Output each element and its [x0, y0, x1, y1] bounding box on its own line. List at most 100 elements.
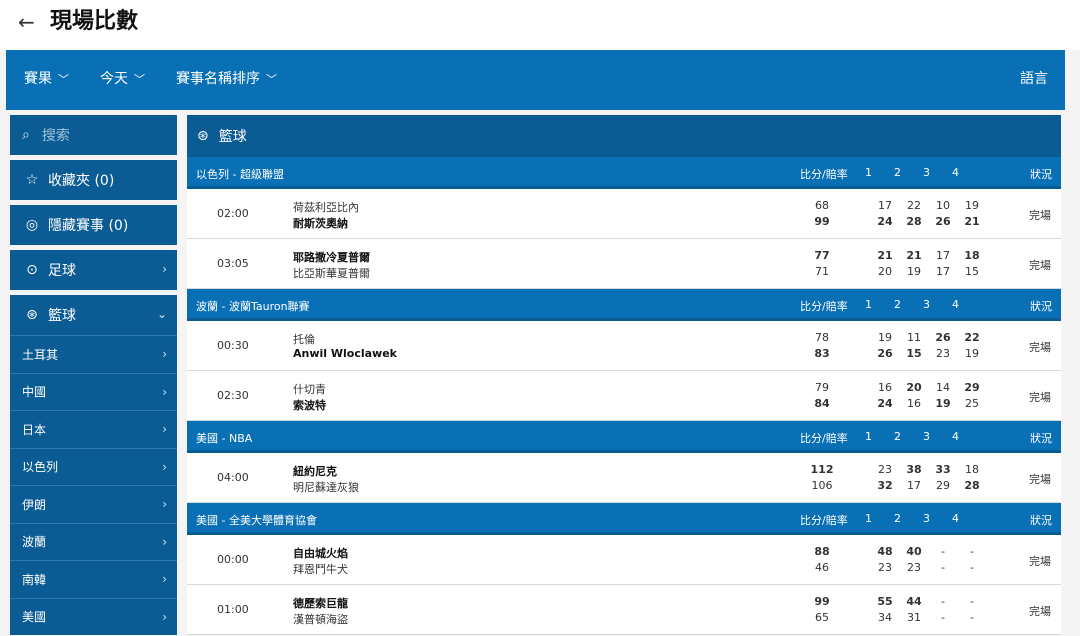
quarter-3-header: 3 — [923, 512, 930, 525]
search-input[interactable]: ⌕ 搜索 — [10, 115, 177, 155]
away-total-score: 71 — [815, 265, 829, 278]
chevron-right-icon: › — [162, 572, 167, 586]
away-quarter-score: 19 — [935, 397, 951, 410]
away-quarter-score: 28 — [906, 215, 922, 228]
quarter-1-header: 1 — [865, 430, 872, 443]
country-label: 土耳其 — [22, 347, 59, 362]
sidebar-item-label: 足球 — [48, 263, 76, 279]
quarter-3-header: 3 — [923, 166, 930, 179]
sidebar-item-country[interactable]: 美國 › — [10, 597, 177, 635]
away-team-name: 索波特 — [293, 399, 326, 412]
home-team-name: 德歷索巨龍 — [293, 597, 348, 610]
country-label: 伊朗 — [22, 497, 47, 512]
home-quarter-score: 29 — [964, 381, 980, 394]
quarter-2-header: 2 — [894, 166, 901, 179]
eye-off-icon: ◎ — [25, 217, 39, 233]
sidebar-item-favorites[interactable]: ☆ 收藏夾 (0) — [10, 160, 177, 200]
home-quarter-score: 26 — [935, 331, 951, 344]
quarter-2-header: 2 — [894, 512, 901, 525]
quarter-3-header: 3 — [923, 430, 930, 443]
chevron-right-icon: › — [162, 534, 167, 549]
match-status: 完場 — [1029, 605, 1051, 618]
chevron-right-icon: › — [162, 262, 167, 276]
country-label: 南韓 — [22, 572, 47, 587]
match-time: 03:05 — [217, 257, 249, 270]
away-quarter-score: - — [970, 611, 974, 624]
quarter-1-header: 1 — [865, 512, 872, 525]
league-header: 美國 - NBA 比分/賠率 1 2 3 4 狀況 — [187, 421, 1061, 453]
away-quarter-score: 15 — [906, 347, 922, 360]
language-button[interactable]: 語言 — [1020, 70, 1048, 88]
quarter-1-header: 1 — [865, 166, 872, 179]
filter-bar: 賽果 ﹀ 今天 ﹀ 賽事名稱排序 ﹀ 語言 — [6, 50, 1065, 110]
country-label: 美國 — [22, 610, 47, 625]
basketball-icon: ⊛ — [26, 307, 38, 323]
sidebar-item-country[interactable]: 中國 › — [10, 372, 177, 410]
quarter-1-header: 1 — [865, 298, 872, 311]
away-quarter-score: 17 — [907, 479, 921, 492]
match-status: 完場 — [1029, 259, 1051, 272]
league-name: 美國 - NBA — [196, 432, 253, 445]
score-column-header: 比分/賠率 — [800, 300, 848, 313]
league-header: 以色列 - 超級聯盟 比分/賠率 1 2 3 4 狀況 — [187, 157, 1061, 189]
home-quarter-score: 10 — [936, 199, 950, 212]
home-total-score: 79 — [815, 381, 829, 394]
status-column-header: 狀況 — [1030, 300, 1052, 313]
sidebar-item-hidden[interactable]: ◎ 隱藏賽事 (0) — [10, 205, 177, 245]
sidebar-item-country[interactable]: 南韓 › — [10, 560, 177, 598]
home-quarter-score: - — [941, 595, 945, 608]
match-row[interactable]: 03:05 耶路撒冷夏普爾 比亞斯華夏普爾 77 71 21 20 21 19 17 17 18 15 完… — [187, 239, 1061, 289]
home-quarter-score: 40 — [906, 545, 922, 558]
match-row[interactable]: 04:00 紐約尼克 明尼蘇達灰狼 112 106 23 32 38 17 33 29 18 28 完場 — [187, 453, 1061, 503]
away-quarter-score: 23 — [907, 561, 921, 574]
sidebar-item-country[interactable]: 土耳其 › — [10, 335, 177, 373]
home-quarter-score: - — [970, 545, 974, 558]
chevron-right-icon: › — [162, 422, 167, 436]
home-quarter-score: 16 — [878, 381, 892, 394]
score-column-header: 比分/賠率 — [800, 432, 848, 445]
chevron-down-icon: ﹀ — [58, 73, 69, 86]
away-quarter-score: 19 — [907, 265, 921, 278]
soccer-ball-icon: ⊙ — [26, 262, 38, 278]
chevron-right-icon: › — [162, 497, 167, 511]
home-quarter-score: 18 — [965, 463, 979, 476]
chevron-right-icon: › — [162, 459, 167, 474]
sidebar-item-football[interactable]: ⊙ 足球 › — [10, 250, 177, 290]
star-icon: ☆ — [25, 172, 39, 188]
sort-dropdown[interactable]: 賽事名稱排序 ﹀ — [176, 70, 277, 89]
match-row[interactable]: 01:00 德歷索巨龍 漢普頓海盜 99 65 55 34 44 31 - - - - 完場 — [187, 585, 1061, 635]
away-quarter-score: - — [970, 561, 974, 574]
home-quarter-score: 48 — [877, 545, 893, 558]
arrow-left-icon[interactable]: ← — [18, 10, 35, 34]
page-title: 現場比數 — [50, 9, 139, 34]
home-total-score: 99 — [814, 595, 830, 608]
match-row[interactable]: 00:00 自由城火焰 拜恩鬥牛犬 88 46 48 23 40 23 - - - - 完場 — [187, 535, 1061, 585]
sidebar-item-basketball[interactable]: ⊛ 籃球 ⌄ — [10, 295, 177, 335]
quarter-4-header: 4 — [952, 430, 959, 443]
date-label: 今天 — [100, 71, 128, 87]
home-total-score: 68 — [815, 199, 829, 212]
country-label: 日本 — [22, 422, 47, 437]
home-team-name: 耶路撒冷夏普爾 — [293, 251, 370, 264]
sidebar-item-country[interactable]: 日本 › — [10, 410, 177, 448]
sidebar-item-country[interactable]: 以色列 › — [10, 447, 177, 485]
away-quarter-score: 19 — [965, 347, 979, 360]
away-quarter-score: 24 — [877, 215, 893, 228]
away-quarter-score: 31 — [907, 611, 921, 624]
match-row[interactable]: 02:00 荷茲利亞比內 耐斯茨奧納 68 99 17 24 22 28 10 26 19 21 完場 — [187, 189, 1061, 239]
sidebar-item-country[interactable]: 伊朗 › — [10, 485, 177, 523]
date-dropdown[interactable]: 今天 ﹀ — [100, 70, 145, 89]
results-dropdown[interactable]: 賽果 ﹀ — [24, 70, 69, 89]
match-time: 00:30 — [217, 339, 249, 352]
match-row[interactable]: 02:30 什切青 索波特 79 84 16 24 20 16 14 19 29 25 完場 — [187, 371, 1061, 421]
home-quarter-score: 17 — [936, 249, 950, 262]
home-quarter-score: 23 — [878, 463, 892, 476]
match-row[interactable]: 00:30 托倫 Anwil Wloclawek 78 83 19 26 11 15 26 23 22… — [187, 321, 1061, 371]
away-quarter-score: 34 — [878, 611, 892, 624]
away-team-name: 耐斯茨奧納 — [293, 217, 348, 230]
sidebar-item-country[interactable]: 波蘭 › — [10, 522, 177, 560]
match-status: 完場 — [1029, 473, 1051, 486]
away-total-score: 46 — [815, 561, 829, 574]
home-quarter-score: 19 — [878, 331, 892, 344]
away-total-score: 65 — [815, 611, 829, 624]
